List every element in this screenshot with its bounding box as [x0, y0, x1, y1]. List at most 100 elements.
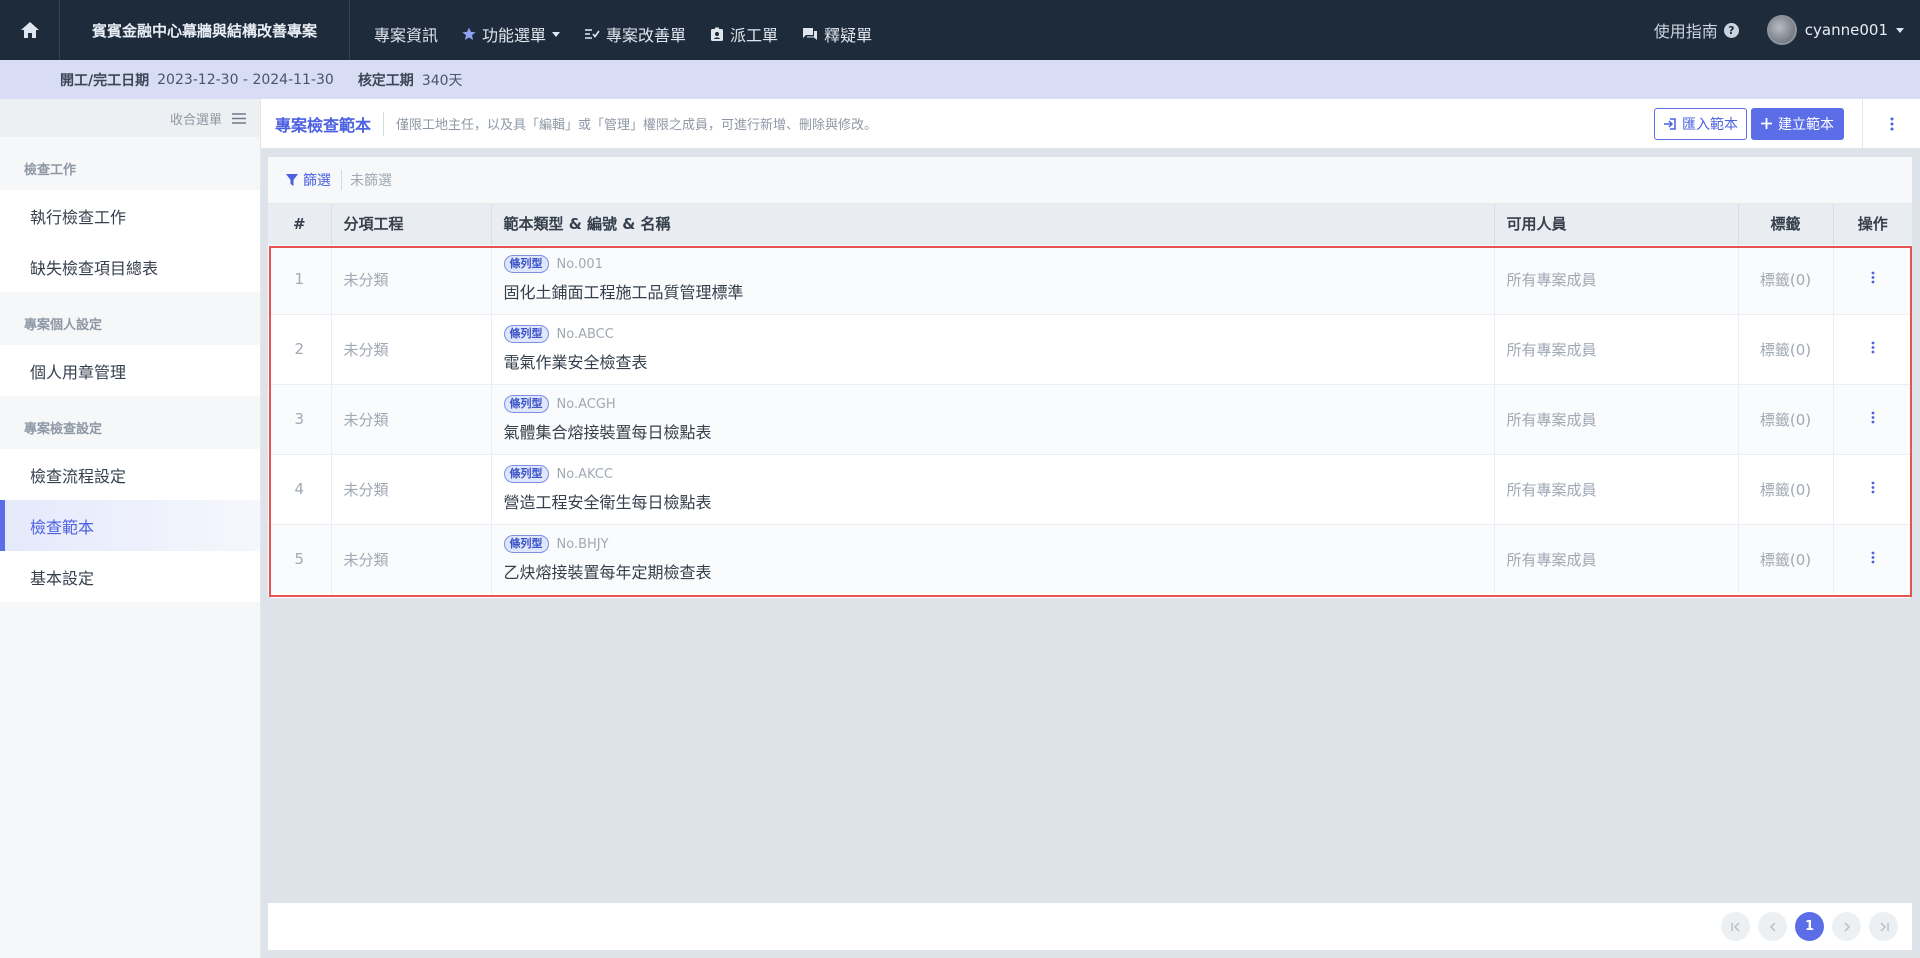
nav-clarification[interactable]: 釋疑單 — [790, 0, 884, 60]
row-number: 3 — [268, 384, 332, 454]
page-description: 僅限工地主任，以及具「編輯」或「管理」權限之成員，可進行新增、刪除與修改。 — [396, 118, 878, 133]
help-icon: ? — [1723, 22, 1739, 38]
sidebar-item-execute-inspection[interactable]: 執行檢查工作 — [0, 190, 260, 241]
chevron-right-icon — [1843, 921, 1850, 932]
template-code: No.BHJY — [556, 536, 609, 552]
template-name[interactable]: 氣體集合熔接裝置每日檢點表 — [504, 419, 1494, 443]
sidebar-item-basic-settings[interactable]: 基本設定 — [0, 551, 260, 602]
row-actions-button[interactable] — [1833, 314, 1912, 384]
sidebar-item-flow-settings[interactable]: 檢查流程設定 — [0, 449, 260, 500]
period-label: 開工/完工日期 — [60, 72, 150, 89]
template-type-badge: 條列型 — [503, 255, 549, 273]
hamburger-icon — [232, 112, 246, 124]
nav-project-info-label: 專案資訊 — [374, 26, 439, 45]
import-template-button[interactable]: 匯入範本 — [1654, 107, 1747, 140]
template-type-badge: 條列型 — [503, 325, 549, 343]
nav-function-menu[interactable]: 功能選單 — [450, 0, 572, 60]
kebab-icon — [1871, 411, 1875, 424]
table-row[interactable]: 4 未分類 條列型 No.AKCC 營造工程安全衛生每日檢點表 所有專案成員 標籤… — [268, 454, 1912, 524]
row-users: 所有專案成員 — [1494, 524, 1739, 594]
sidebar-list: 檢查流程設定 檢查範本 基本設定 — [0, 449, 260, 602]
template-name[interactable]: 固化土鋪面工程施工品質管理標準 — [504, 279, 1494, 303]
row-tags[interactable]: 標籤(0) — [1738, 384, 1834, 454]
row-number: 1 — [268, 244, 332, 314]
row-tags[interactable]: 標籤(0) — [1738, 244, 1834, 314]
plus-icon — [1761, 118, 1772, 129]
prev-page-button[interactable] — [1758, 912, 1787, 941]
duration-value: 340天 — [421, 72, 463, 89]
sidebar-list: 個人用章管理 — [0, 345, 260, 396]
row-users: 所有專案成員 — [1494, 314, 1739, 384]
kebab-icon — [1871, 551, 1875, 564]
template-type-badge: 條列型 — [503, 465, 549, 483]
table-row[interactable]: 1 未分類 條列型 No.001 固化土鋪面工程施工品質管理標準 所有專案成員 標… — [268, 244, 1912, 314]
project-name[interactable]: 賓賓金融中心幕牆與結構改善專案 — [60, 0, 350, 60]
more-options-button[interactable] — [1862, 98, 1920, 149]
last-page-button[interactable] — [1869, 912, 1898, 941]
kebab-icon — [1871, 481, 1875, 494]
template-name[interactable]: 電氣作業安全檢查表 — [504, 349, 1494, 373]
template-type-badge: 條列型 — [503, 535, 549, 554]
caret-down-icon — [1896, 27, 1904, 33]
nav-improvement[interactable]: 專案改善單 — [572, 0, 698, 60]
period-value: 2023-12-30 - 2024-11-30 — [157, 71, 334, 88]
nav-function-menu-label: 功能選單 — [482, 26, 547, 45]
row-tags[interactable]: 標籤(0) — [1738, 314, 1834, 384]
sidebar-item-defect-summary[interactable]: 缺失檢查項目總表 — [0, 241, 260, 292]
sidebar-item-seal-management[interactable]: 個人用章管理 — [0, 345, 260, 396]
page-title: 專案檢查範本 — [275, 111, 385, 136]
collapse-menu-button[interactable]: 收合選單 — [0, 99, 260, 137]
row-tags[interactable]: 標籤(0) — [1738, 524, 1834, 594]
column-header-users[interactable]: 可用人員 — [1494, 204, 1739, 244]
first-page-button[interactable] — [1721, 912, 1750, 941]
row-number: 4 — [268, 454, 332, 524]
create-template-button[interactable]: 建立範本 — [1751, 107, 1844, 140]
user-guide-label: 使用指南 — [1653, 22, 1718, 41]
duration-label: 核定工期 — [357, 72, 414, 89]
user-guide-link[interactable]: 使用指南 ? — [1654, 18, 1767, 42]
home-button[interactable] — [0, 0, 60, 60]
row-number: 2 — [268, 314, 332, 384]
row-actions-button[interactable] — [1833, 244, 1912, 314]
sidebar-group-inspection-settings: 專案檢查設定 — [24, 422, 103, 437]
template-code: No.ABCC — [556, 326, 614, 342]
home-icon — [20, 22, 39, 38]
sidebar-list: 執行檢查工作 缺失檢查項目總表 — [0, 190, 260, 292]
row-actions-button[interactable] — [1833, 454, 1912, 524]
page-number-button[interactable]: 1 — [1795, 912, 1824, 941]
row-category: 未分類 — [331, 524, 492, 594]
row-users: 所有專案成員 — [1494, 244, 1739, 314]
row-tags[interactable]: 標籤(0) — [1738, 454, 1834, 524]
template-name[interactable]: 營造工程安全衛生每日檢點表 — [504, 489, 1494, 513]
main-nav: 專案資訊 功能選單 專案改善單 派工單 釋疑單 — [350, 0, 884, 60]
top-navbar: 賓賓金融中心幕牆與結構改善專案 專案資訊 功能選單 專案改善單 派工單 釋疑單 … — [0, 0, 1920, 60]
filter-icon — [286, 174, 298, 186]
table-row[interactable]: 3 未分類 條列型 No.ACGH 氣體集合熔接裝置每日檢點表 所有專案成員 標籤… — [268, 384, 1912, 454]
filter-button[interactable]: 篩選 — [286, 170, 342, 190]
nav-project-info[interactable]: 專案資訊 — [362, 0, 450, 60]
table-row[interactable]: 5 未分類 條列型 No.BHJY 乙炔熔接裝置每年定期檢查表 所有專案成員 標籤… — [268, 524, 1912, 594]
header-actions: 匯入範本 建立範本 — [1654, 98, 1920, 149]
kebab-icon — [1871, 341, 1875, 354]
row-category: 未分類 — [331, 314, 492, 384]
template-code: No.AKCC — [556, 466, 613, 482]
template-name[interactable]: 乙炔熔接裝置每年定期檢查表 — [504, 559, 1494, 583]
pagination-bar: 1 — [268, 903, 1912, 950]
row-actions-button[interactable] — [1833, 384, 1912, 454]
column-header-category[interactable]: 分項工程 — [331, 204, 492, 244]
next-page-button[interactable] — [1832, 912, 1861, 941]
user-menu[interactable]: cyanne001 — [1766, 15, 1920, 45]
row-actions-button[interactable] — [1833, 524, 1912, 594]
row-template: 條列型 No.AKCC 營造工程安全衛生每日檢點表 — [491, 454, 1495, 524]
chevron-left-icon — [1769, 921, 1776, 932]
column-header-template[interactable]: 範本類型 & 編號 & 名稱 — [491, 204, 1495, 244]
chat-icon — [803, 28, 818, 40]
table-row[interactable]: 2 未分類 條列型 No.ABCC 電氣作業安全檢查表 所有專案成員 標籤(0) — [268, 314, 1912, 384]
nav-work-order[interactable]: 派工單 — [698, 0, 790, 60]
template-code: No.ACGH — [556, 396, 616, 412]
row-users: 所有專案成員 — [1494, 454, 1739, 524]
column-header-actions: 操作 — [1833, 204, 1912, 244]
template-code: No.001 — [556, 256, 603, 272]
sidebar-item-templates[interactable]: 檢查範本 — [0, 500, 260, 551]
filter-bar: 篩選 未篩選 — [268, 157, 1912, 204]
